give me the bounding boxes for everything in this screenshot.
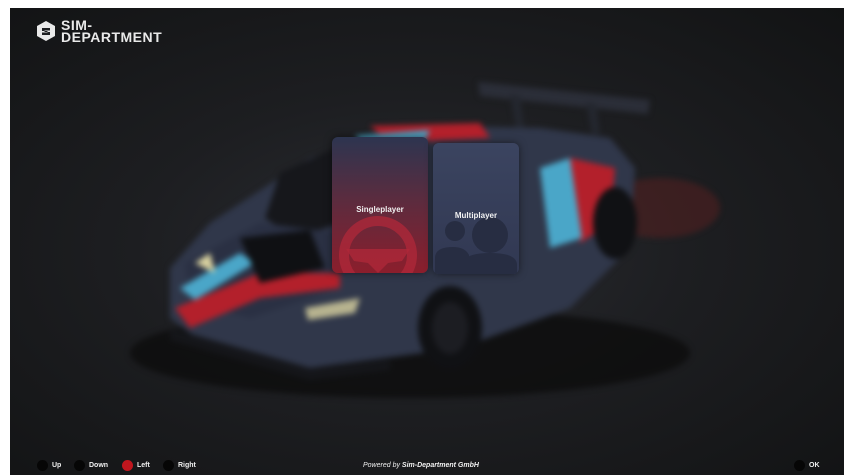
ok-control[interactable]: OK	[794, 460, 820, 471]
sim-department-logo: SIM- DEPARTMENT	[36, 18, 163, 45]
right-control[interactable]: Right	[163, 460, 196, 471]
down-label: Down	[89, 462, 109, 469]
ok-label: OK	[809, 462, 820, 469]
down-control[interactable]: Down	[74, 460, 108, 471]
up-button-icon	[37, 460, 48, 471]
right-label: Right	[178, 462, 196, 469]
right-button-icon	[163, 460, 174, 471]
left-button-icon	[122, 460, 133, 471]
down-button-icon	[74, 460, 85, 471]
powered-by-text: Powered by Sim-Department GmbH	[363, 462, 479, 469]
up-label: Up	[52, 462, 62, 469]
ok-button-icon	[794, 460, 805, 471]
multiplayer-tile[interactable]: Multiplayer	[433, 143, 519, 274]
multiplayer-label: Multiplayer	[454, 211, 498, 220]
left-control[interactable]: Left	[122, 460, 150, 471]
powered-brand: Sim-Department GmbH	[401, 462, 479, 469]
control-hints-bar: Up Down Left Right Powered by Sim-Depart…	[10, 458, 844, 475]
up-control[interactable]: Up	[37, 460, 61, 471]
powered-prefix: Powered by	[363, 462, 400, 469]
sim-department-logo-icon	[37, 21, 55, 41]
logo-line-2: DEPARTMENT	[61, 29, 163, 45]
singleplayer-tile[interactable]: Singleplayer	[332, 137, 428, 273]
users-icon	[435, 217, 517, 274]
game-screen: SIM- DEPARTMENT Singleplayer Multiplayer…	[10, 8, 844, 475]
singleplayer-label: Singleplayer	[356, 205, 404, 214]
left-label: Left	[137, 462, 150, 469]
